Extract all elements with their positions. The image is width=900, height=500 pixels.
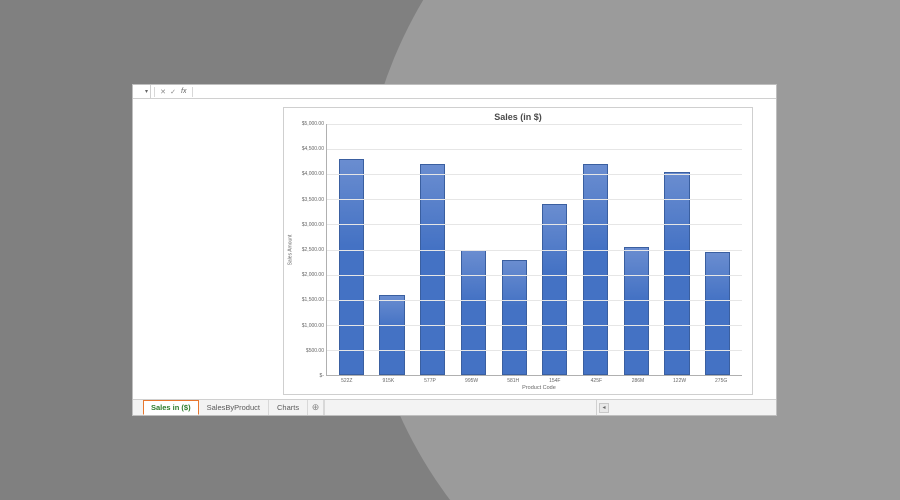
bar-522Z[interactable]: [339, 159, 364, 375]
gridline: [327, 350, 742, 351]
bar-915K[interactable]: [379, 295, 404, 375]
y-tick-label: $3,000.00: [302, 222, 324, 228]
formula-input[interactable]: [196, 85, 776, 98]
horizontal-scrollbar[interactable]: ◂: [596, 400, 776, 415]
x-tick-label: 286M: [617, 378, 659, 384]
gridline: [327, 275, 742, 276]
gridline: [327, 300, 742, 301]
bar-995W[interactable]: [461, 250, 486, 376]
bar-275G[interactable]: [705, 252, 730, 375]
sheet-tab-strip: Sales in ($)SalesByProductCharts ⊕ ◂: [133, 399, 776, 415]
bar-577P[interactable]: [420, 164, 445, 375]
bar-425F[interactable]: [583, 164, 608, 375]
tab-nav-spacer: [133, 400, 143, 415]
embedded-chart[interactable]: Sales (in $) Sales Amount $- $500.00 $1,00…: [283, 107, 753, 395]
bar-286M[interactable]: [624, 247, 649, 375]
y-tick-label: $2,000.00: [302, 272, 324, 278]
x-tick-label: 995W: [451, 378, 493, 384]
gridline: [327, 250, 742, 251]
name-box[interactable]: ▾: [133, 85, 151, 98]
formula-bar: ▾ ✕ ✓ fx: [133, 85, 776, 99]
gridline: [327, 174, 742, 175]
x-tick-label: 581H: [492, 378, 534, 384]
x-axis-ticks: 522Z915K577P995W581H154F425F286M122W275G: [284, 376, 752, 384]
gridline: [327, 149, 742, 150]
y-axis-title: Sales Amount: [284, 124, 296, 376]
y-tick-label: $-: [320, 373, 324, 379]
y-tick-label: $1,500.00: [302, 297, 324, 303]
x-tick-label: 915K: [368, 378, 410, 384]
separator: [192, 87, 193, 97]
bar-122W[interactable]: [664, 172, 689, 375]
accept-formula-button[interactable]: ✓: [168, 88, 178, 96]
gridline: [327, 124, 742, 125]
x-tick-label: 425F: [576, 378, 618, 384]
spreadsheet-window: ▾ ✕ ✓ fx Sales (in $) Sales Amount $- $50…: [132, 84, 777, 416]
y-tick-label: $4,000.00: [302, 171, 324, 177]
name-box-dropdown-icon[interactable]: ▾: [145, 88, 148, 95]
gridline: [327, 199, 742, 200]
y-axis-ticks: $- $500.00 $1,000.00 $1,500.00 $2,000.00 $2,5…: [296, 124, 326, 376]
gridline: [327, 224, 742, 225]
sheet-tab-0[interactable]: Sales in ($): [143, 400, 199, 415]
cancel-formula-button[interactable]: ✕: [158, 88, 168, 96]
bar-581H[interactable]: [502, 260, 527, 375]
y-tick-label: $3,500.00: [302, 197, 324, 203]
fx-label[interactable]: fx: [181, 88, 186, 95]
tab-strip-spacer: [324, 400, 596, 415]
x-tick-label: 522Z: [326, 378, 368, 384]
y-tick-label: $4,500.00: [302, 146, 324, 152]
plot-area: [326, 124, 742, 376]
x-tick-label: 275G: [700, 378, 742, 384]
y-tick-label: $500.00: [306, 348, 324, 354]
worksheet-canvas[interactable]: Sales (in $) Sales Amount $- $500.00 $1,00…: [133, 99, 776, 399]
plot-row: Sales Amount $- $500.00 $1,000.00 $1,500.00…: [284, 124, 752, 376]
new-sheet-button[interactable]: ⊕: [308, 400, 324, 415]
y-tick-label: $1,000.00: [302, 323, 324, 329]
separator: [154, 87, 155, 97]
scroll-left-button[interactable]: ◂: [599, 403, 609, 413]
gridline: [327, 325, 742, 326]
sheet-tab-2[interactable]: Charts: [269, 400, 308, 415]
x-tick-label: 122W: [659, 378, 701, 384]
y-tick-label: $5,000.00: [302, 121, 324, 127]
x-tick-label: 154F: [534, 378, 576, 384]
x-axis-title: Product Code: [284, 384, 752, 391]
sheet-tab-1[interactable]: SalesByProduct: [199, 400, 269, 415]
chart-title: Sales (in $): [284, 108, 752, 124]
x-tick-label: 577P: [409, 378, 451, 384]
y-tick-label: $2,500.00: [302, 247, 324, 253]
